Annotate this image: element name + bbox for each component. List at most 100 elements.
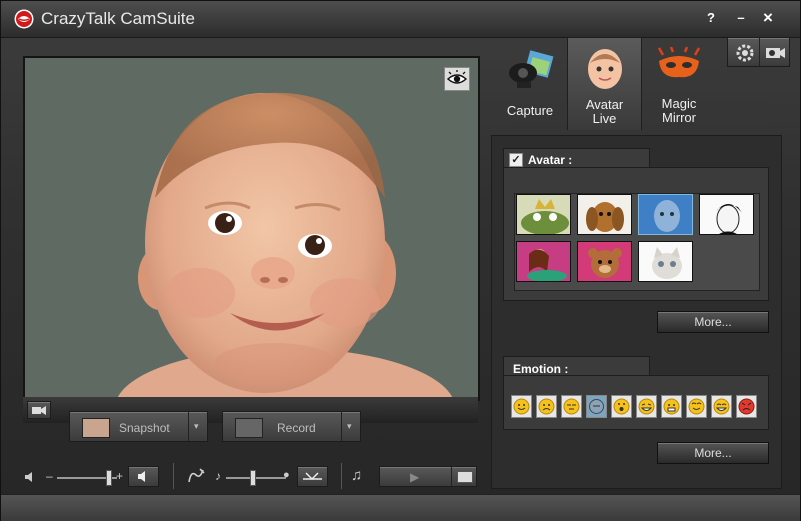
emotion-sleepy[interactable] [561, 395, 582, 418]
avatar-title: Avatar : [528, 153, 573, 167]
divider [759, 38, 760, 66]
volume-minus: – [46, 469, 53, 483]
kitten-image [639, 242, 692, 281]
emotion-more-button[interactable]: More... [657, 442, 769, 464]
baby-photo-image [639, 195, 692, 234]
carnival-mask-icon [657, 47, 701, 78]
divider [451, 467, 452, 486]
emotion-laughing[interactable] [636, 395, 657, 418]
avatar-thumb-teddy-bear[interactable] [577, 241, 632, 282]
play-icon[interactable]: ▶ [410, 470, 419, 484]
app-window: CrazyTalk CamSuite ? – × Snapshot ▾ Reco… [0, 0, 801, 521]
avatar-more-button[interactable]: More... [657, 311, 769, 333]
top-tools-group [727, 37, 790, 67]
gear-icon [736, 44, 754, 62]
eye-icon [446, 70, 468, 84]
volume-slider-thumb[interactable] [106, 470, 112, 486]
big-smile-face-icon [713, 398, 730, 415]
teddy-bear-image [578, 242, 631, 281]
emotion-big-smile[interactable] [711, 395, 732, 418]
emotion-happy[interactable] [511, 395, 532, 418]
tab-magic-mirror-label: Magic Mirror [661, 96, 697, 125]
tab-avatar-live-label: Avatar Live [585, 97, 624, 126]
close-button[interactable]: × [759, 9, 777, 27]
voice-morph-icon [188, 468, 205, 483]
settings-button[interactable] [734, 42, 756, 64]
avatar-thumb-kitten[interactable] [638, 241, 693, 282]
crazytalk-logo-icon [14, 9, 34, 29]
folder-icon[interactable] [457, 471, 473, 483]
emotion-sad[interactable] [536, 395, 557, 418]
divider [173, 463, 174, 489]
baby-video-image [25, 58, 478, 399]
sleepy-face-icon [563, 398, 580, 415]
chevron-down-icon[interactable]: ▾ [347, 421, 352, 432]
help-button[interactable]: ? [702, 9, 720, 27]
emotion-worried[interactable] [661, 395, 682, 418]
puppy-image [578, 195, 631, 234]
video-camera-icon [32, 406, 46, 415]
music-icon: ♫ [351, 467, 363, 484]
voice-settings-button[interactable] [297, 466, 328, 487]
divider [341, 463, 342, 489]
emotion-angry[interactable] [736, 395, 757, 418]
laughing-face-icon [638, 398, 655, 415]
record-button[interactable]: Record ▾ [222, 411, 361, 442]
tab-capture-label: Capture [506, 103, 554, 118]
avatar-checkbox[interactable]: ✓ [509, 153, 523, 167]
man-portrait-image [700, 195, 753, 234]
avatar-thumb-puppy[interactable] [577, 194, 632, 235]
frog-prince-image [517, 195, 570, 234]
camera-settings-button[interactable] [763, 42, 787, 64]
snapshot-button[interactable]: Snapshot ▾ [69, 411, 208, 442]
snapshot-label: Snapshot [119, 421, 170, 435]
avatar-thumb-frog-prince[interactable] [516, 194, 571, 235]
neutral-face-icon [589, 399, 604, 414]
tab-capture[interactable]: Capture [495, 37, 565, 129]
grin-face-icon [688, 398, 705, 415]
camera-settings-icon [766, 48, 785, 58]
divider [188, 412, 189, 441]
speaker-icon [25, 472, 32, 482]
emotion-grin[interactable] [686, 395, 707, 418]
camera-source-button[interactable] [27, 401, 51, 419]
emotion-neutral[interactable] [586, 395, 607, 418]
divider [341, 412, 342, 441]
webcam-icon [509, 50, 554, 88]
emotion-group-tab: Emotion : [503, 356, 650, 377]
preview-toggle-button[interactable] [444, 67, 470, 91]
mermaid-image [517, 242, 570, 281]
speaker-icon [138, 471, 145, 482]
angry-face-icon [738, 398, 755, 415]
emotion-title: Emotion : [513, 362, 569, 376]
record-label: Record [277, 421, 316, 435]
avatar-thumb-baby-photo[interactable] [638, 194, 693, 235]
chevron-down-icon[interactable]: ▾ [194, 421, 199, 432]
waveform-icon [303, 472, 322, 481]
tab-magic-mirror[interactable]: Magic Mirror [642, 37, 716, 129]
music-player-bar[interactable]: ▶ [379, 466, 477, 487]
record-film-icon [235, 418, 263, 438]
status-bar [1, 494, 800, 521]
baby-avatar-icon [588, 49, 622, 89]
avatar-thumb-mermaid[interactable] [516, 241, 571, 282]
surprised-face-icon [613, 398, 630, 415]
snapshot-thumbnail [82, 418, 110, 438]
volume-plus: + [116, 469, 124, 483]
pitch-slider-track[interactable] [226, 477, 286, 479]
app-title: CrazyTalk CamSuite [41, 9, 195, 28]
avatar-thumb-man-portrait[interactable] [699, 194, 754, 235]
happy-face-icon [513, 398, 530, 415]
worried-face-icon [663, 398, 680, 415]
tab-avatar-live[interactable]: Avatar Live [567, 37, 642, 130]
mic-icon: ● [283, 469, 290, 481]
avatar-group-tab: ✓ Avatar : [503, 148, 650, 169]
sad-face-icon [538, 398, 555, 415]
mute-button[interactable] [128, 466, 159, 487]
music-note-icon: ♪ [215, 469, 221, 483]
minimize-button[interactable]: – [732, 9, 750, 27]
pitch-slider-thumb[interactable] [250, 470, 256, 486]
emotion-surprised[interactable] [611, 395, 632, 418]
title-bar[interactable]: CrazyTalk CamSuite ? – × [1, 1, 800, 38]
video-preview [23, 56, 480, 401]
